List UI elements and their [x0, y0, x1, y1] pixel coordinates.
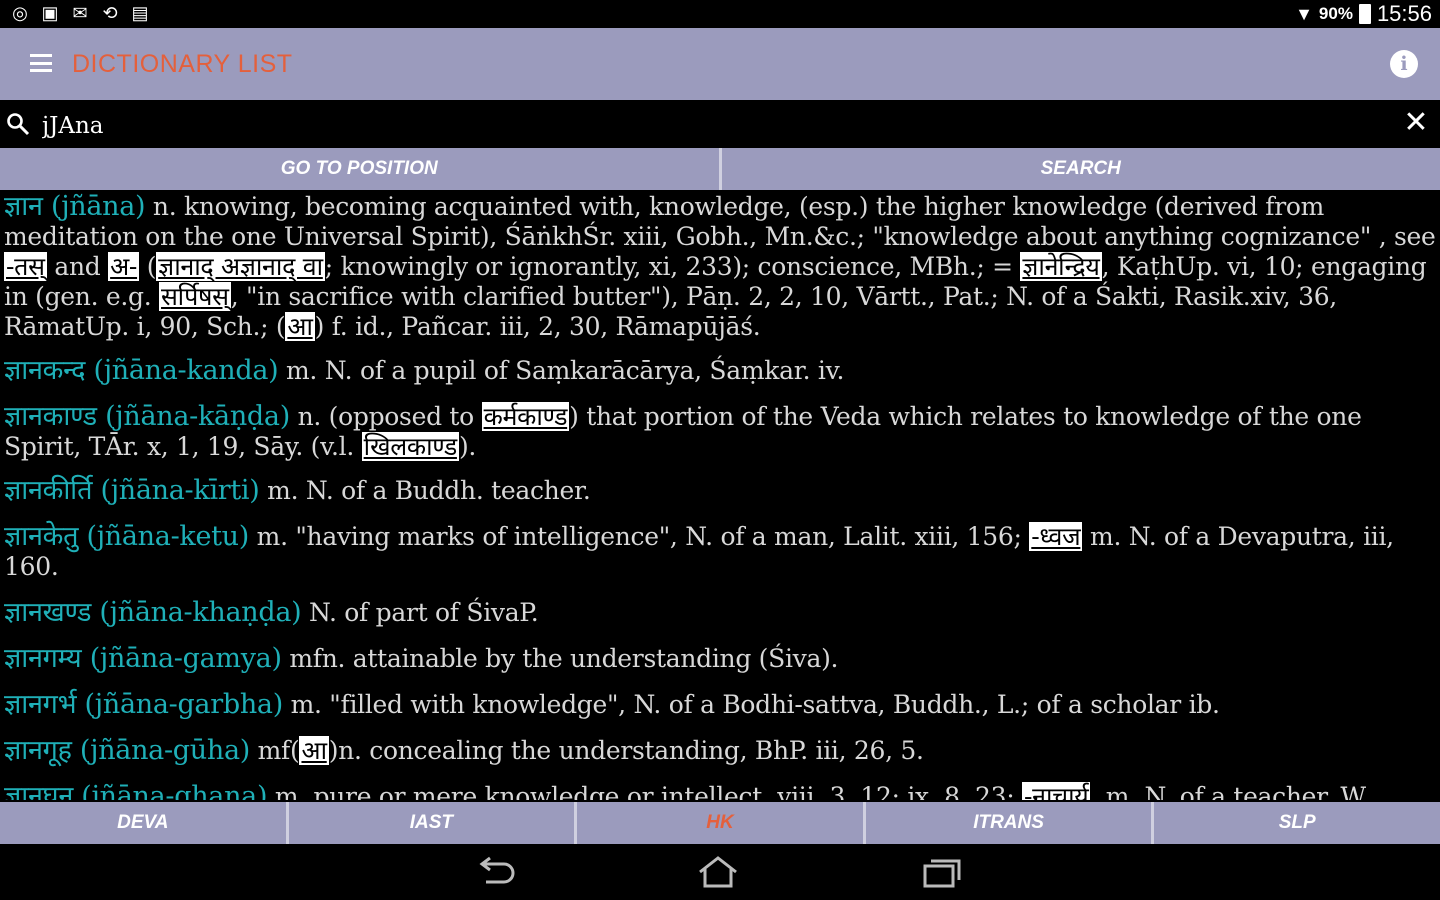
image-icon: ▣: [41, 2, 59, 23]
entry-headword: ज्ञानकेतु (jñāna-ketu): [4, 521, 250, 552]
list-item[interactable]: ज्ञानकीर्ति (jñāna-kīrti) m. N. of a Bud…: [4, 476, 1436, 506]
mail-icon: ✉: [72, 2, 88, 23]
entry-text: ; knowingly or ignorantly, xi, 233); con…: [324, 252, 1021, 281]
list-item[interactable]: ज्ञानगम्य (jñāna-gamya) mfn. attainable …: [4, 644, 1436, 674]
target-icon: ◎: [12, 2, 28, 23]
search-bar: ✕: [0, 100, 1440, 148]
battery-percent: 90%: [1318, 4, 1353, 23]
entry-text: mf(: [250, 736, 300, 765]
entry-headword: ज्ञानगूह (jñāna-gūha): [4, 735, 250, 766]
entry-text: , m. N. of a teacher, W.: [1090, 782, 1370, 800]
entry-headword: ज्ञान (jñāna): [4, 192, 146, 222]
entry-text: m. N. of a pupil of Saṃkarācārya, Śaṃkar…: [278, 356, 845, 385]
entry-text: m. "having marks of intelligence", N. of…: [249, 522, 1030, 551]
entry-text: m. N. of a Buddh. teacher.: [259, 476, 591, 505]
cross-reference-link[interactable]: -नाचार्य: [1022, 782, 1091, 800]
back-icon[interactable]: [472, 854, 520, 890]
close-icon[interactable]: ✕: [1402, 108, 1430, 138]
recents-icon[interactable]: [918, 854, 966, 890]
info-icon[interactable]: i: [1390, 50, 1418, 78]
cross-reference-link[interactable]: आ: [299, 736, 329, 765]
list-item[interactable]: ज्ञानकन्द (jñāna-kanda) m. N. of a pupil…: [4, 356, 1436, 386]
list-item[interactable]: ज्ञान (jñāna) n. knowing, becoming acqua…: [4, 192, 1436, 342]
list-item[interactable]: ज्ञानगूह (jñāna-gūha) mf(आ)n. concealing…: [4, 736, 1436, 766]
entry-text: ) f. id., Pañcar. iii, 2, 30, Rāmapūjāś.: [314, 312, 761, 341]
transliteration-tabs: DEVA IAST HK ITRANS SLP: [0, 802, 1440, 844]
tab-hk[interactable]: HK: [574, 802, 863, 844]
cross-reference-link[interactable]: ज्ञानेन्द्रिय: [1020, 252, 1102, 281]
list-item[interactable]: ज्ञानखण्ड (jñāna-khaṇḍa) N. of part of Ś…: [4, 598, 1436, 628]
status-right: ▼ 90% 15:56: [1295, 1, 1432, 27]
notification-icons: ◎ ▣ ✉ ⟲ ▤: [8, 2, 152, 24]
search-input[interactable]: [40, 108, 1384, 144]
cross-reference-link[interactable]: ज्ञानाद् अज्ञानाद् वा: [156, 252, 325, 281]
entry-text: N. of part of ŚivaP.: [301, 598, 539, 627]
tab-deva[interactable]: DEVA: [0, 802, 286, 844]
go-to-position-button[interactable]: GO TO POSITION: [0, 148, 719, 190]
cross-reference-link[interactable]: अ-: [108, 252, 140, 281]
dictionary-list: ज्ञान (jñāna) n. knowing, becoming acqua…: [0, 192, 1440, 800]
entry-text: )n. concealing the understanding, BhP. i…: [328, 736, 924, 765]
battery-icon: [1358, 4, 1371, 24]
entry-headword: ज्ञानगर्भ (jñāna-garbha): [4, 689, 283, 720]
clock: 15:56: [1376, 1, 1432, 26]
entry-headword: ज्ञानखण्ड (jñāna-khaṇḍa): [4, 597, 302, 628]
entry-headword: ज्ञानगम्य (jñāna-gamya): [4, 643, 282, 674]
entry-text: (: [139, 252, 157, 281]
rotate-icon: ⟲: [102, 2, 118, 23]
cross-reference-link[interactable]: खिलकाण्ड: [361, 432, 459, 461]
status-bar: ◎ ▣ ✉ ⟲ ▤ ▼ 90% 15:56: [0, 0, 1440, 28]
entry-text: and: [46, 252, 109, 281]
page-title: DICTIONARY LIST: [72, 50, 293, 78]
tab-iast[interactable]: IAST: [285, 802, 575, 844]
cross-reference-link[interactable]: आ: [285, 312, 315, 341]
wifi-icon: ▼: [1295, 3, 1313, 24]
search-actions: GO TO POSITION SEARCH: [0, 148, 1440, 190]
app-toolbar: DICTIONARY LIST i: [0, 28, 1440, 100]
clipboard-icon: ▤: [131, 2, 149, 23]
entry-text: ).: [458, 432, 477, 461]
cross-reference-link[interactable]: सर्पिषस्: [159, 282, 231, 311]
search-icon: [7, 113, 30, 136]
navigation-bar: [0, 844, 1440, 900]
entry-headword: ज्ञानकन्द (jñāna-kanda): [4, 355, 279, 386]
entry-text: n. (opposed to: [289, 402, 482, 431]
entry-headword: ज्ञानकाण्ड (jñāna-kāṇḍa): [4, 401, 290, 432]
list-item[interactable]: ज्ञानकेतु (jñāna-ketu) m. "having marks …: [4, 522, 1436, 582]
cross-reference-link[interactable]: कर्मकाण्ड: [481, 402, 570, 431]
list-item[interactable]: ज्ञानघन (jñāna-ghana) m. pure or mere kn…: [4, 782, 1436, 800]
cross-reference-link[interactable]: -ध्वज: [1029, 522, 1083, 551]
entry-text: m. "filled with knowledge", N. of a Bodh…: [282, 690, 1220, 719]
tab-itrans[interactable]: ITRANS: [862, 802, 1152, 844]
home-icon[interactable]: [694, 854, 742, 890]
entry-headword: ज्ञानकीर्ति (jñāna-kīrti): [4, 475, 260, 506]
menu-icon[interactable]: [30, 54, 52, 72]
search-button[interactable]: SEARCH: [718, 148, 1440, 190]
list-item[interactable]: ज्ञानगर्भ (jñāna-garbha) m. "filled with…: [4, 690, 1436, 720]
entry-text: m. pure or mere knowledge or intellect, …: [267, 782, 1022, 800]
list-item[interactable]: ज्ञानकाण्ड (jñāna-kāṇḍa) n. (opposed to …: [4, 402, 1436, 462]
cross-reference-link[interactable]: -तस्: [4, 252, 47, 281]
entry-text: mfn. attainable by the understanding (Śi…: [281, 644, 839, 673]
entry-headword: ज्ञानघन (jñāna-ghana): [4, 781, 268, 801]
tab-slp[interactable]: SLP: [1151, 802, 1440, 844]
entry-text: n. knowing, becoming acquainted with, kn…: [4, 192, 1436, 251]
